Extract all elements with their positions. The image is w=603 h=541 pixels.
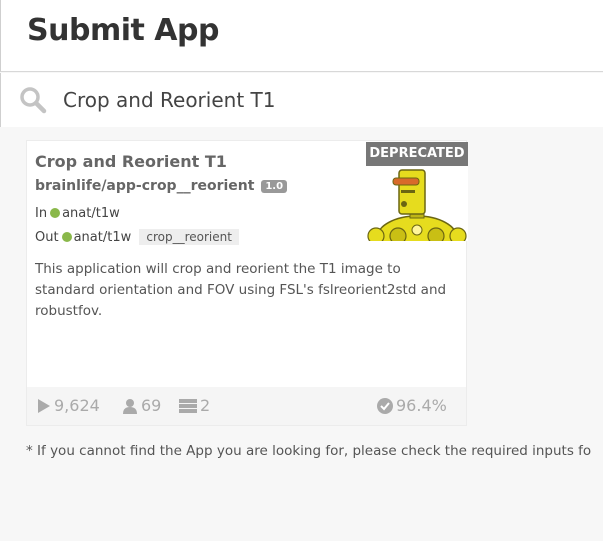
- search-input[interactable]: [63, 83, 583, 117]
- app-repo-name: brainlife/app-crop__reorient: [35, 178, 255, 194]
- page-header: Submit App: [0, 0, 603, 72]
- app-title: Crop and Reorient T1: [35, 152, 227, 171]
- search-icon: [19, 86, 47, 114]
- input-datatype: anat/t1w: [62, 206, 120, 221]
- search-bar: [0, 73, 603, 127]
- output-label: Out: [35, 230, 59, 245]
- datatype-dot-icon: [50, 207, 61, 218]
- runs-stat: 9,624: [37, 396, 100, 415]
- app-card-footer: 9,624 69 2 96.4%: [27, 387, 466, 425]
- page-title: Submit App: [27, 13, 219, 48]
- resources-count: 2: [200, 396, 211, 415]
- app-repo: brainlife/app-crop__reorient 1.0: [35, 178, 288, 194]
- app-card[interactable]: Crop and Reorient T1 brainlife/app-crop_…: [26, 140, 468, 426]
- deprecated-badge: DEPRECATED: [366, 142, 468, 166]
- user-icon: [122, 398, 138, 414]
- version-badge: 1.0: [261, 180, 288, 193]
- input-label: In: [35, 206, 48, 221]
- input-row: In anat/t1w: [35, 206, 120, 221]
- resources-stat: 2: [179, 396, 210, 415]
- app-avatar-robot-icon: [366, 166, 468, 241]
- users-stat: 69: [122, 396, 161, 415]
- output-datatype: anat/t1w: [73, 230, 132, 245]
- datatype-dot-icon: [61, 231, 72, 242]
- success-rate: 96.4%: [396, 396, 447, 415]
- play-icon: [37, 398, 51, 414]
- output-tag: crop__reorient: [139, 229, 239, 245]
- footnote: * If you cannot find the App you are loo…: [26, 443, 592, 459]
- check-circle-icon: [377, 397, 393, 414]
- runs-count: 9,624: [54, 396, 100, 415]
- users-count: 69: [141, 396, 162, 415]
- output-row: Out anat/t1w crop__reorient: [35, 229, 239, 245]
- app-description: This application will crop and reorient …: [35, 261, 447, 319]
- success-rate-stat: 96.4%: [377, 396, 447, 415]
- server-icon: [179, 398, 197, 414]
